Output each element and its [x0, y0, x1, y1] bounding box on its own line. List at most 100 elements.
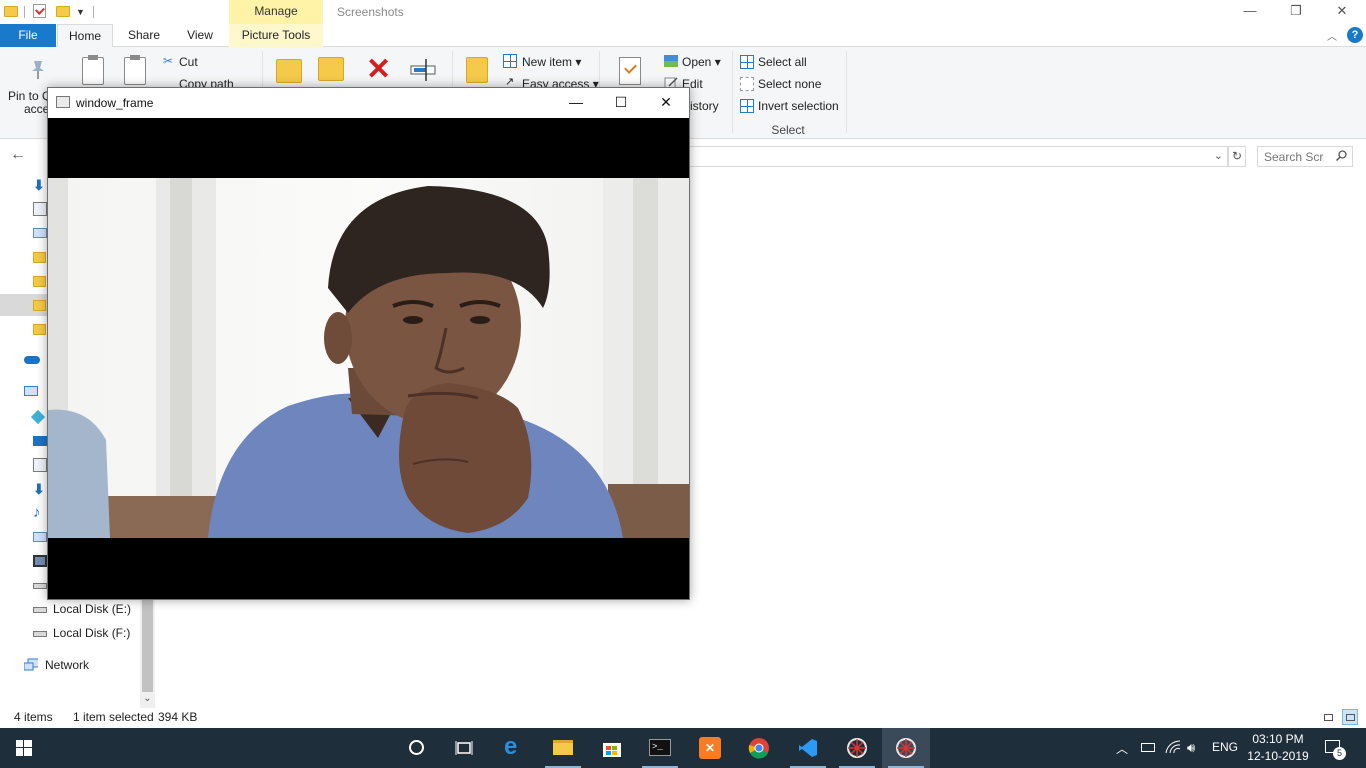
select-all-button[interactable]: Select all: [758, 55, 807, 69]
battery-icon[interactable]: [1141, 743, 1155, 752]
folder-icon: [33, 324, 46, 335]
properties-icon[interactable]: [33, 4, 46, 18]
customize-toolbar-icon[interactable]: ▼: [76, 6, 86, 18]
wifi-icon[interactable]: [1165, 740, 1181, 754]
nav-item-label: Local Disk (F:): [53, 626, 131, 640]
tab-picture-tools[interactable]: Picture Tools: [229, 24, 323, 47]
copy-icon[interactable]: [82, 55, 104, 85]
terminal-icon: >_: [649, 739, 671, 756]
cortana-button[interactable]: [392, 728, 440, 768]
ribbon-separator: [732, 51, 733, 133]
address-bar[interactable]: ⌄: [688, 146, 1228, 167]
separator: [93, 6, 94, 18]
show-hidden-icons[interactable]: ︿: [1116, 740, 1128, 757]
new-item-button[interactable]: New item ▾: [522, 55, 581, 69]
new-folder-icon[interactable]: [466, 57, 488, 83]
drive-icon: [33, 583, 47, 589]
nav-item-local-disk-f[interactable]: Local Disk (F:): [0, 622, 140, 644]
clock-date[interactable]: 12-10-2019: [1243, 749, 1313, 763]
ribbon-separator: [846, 51, 847, 133]
folder-icon: [33, 276, 46, 287]
history-button[interactable]: istory: [690, 99, 719, 113]
close-button[interactable]: ✕: [643, 88, 689, 118]
manage-tab[interactable]: Manage: [229, 0, 323, 24]
help-icon[interactable]: ?: [1347, 27, 1363, 43]
picture-icon: [33, 228, 47, 238]
network-icon: [24, 658, 38, 671]
cloud-icon: [24, 356, 40, 364]
taskbar-opencv-app[interactable]: [833, 728, 881, 768]
download-icon: ⬇: [33, 177, 45, 193]
pin-label-2[interactable]: acce: [24, 102, 49, 116]
close-button[interactable]: ✕: [1319, 0, 1365, 24]
download-icon: ⬇: [33, 481, 45, 497]
start-button[interactable]: [0, 728, 48, 768]
pin-icon[interactable]: [28, 59, 48, 81]
scrollbar-thumb[interactable]: [142, 592, 153, 692]
explorer-titlebar: ▼ Manage Screenshots — ❐ ✕: [0, 0, 1366, 24]
language-indicator[interactable]: ENG: [1212, 740, 1238, 754]
refresh-button[interactable]: ↻: [1228, 146, 1246, 167]
video-window-titlebar[interactable]: window_frame — ☐ ✕: [48, 88, 689, 118]
minimize-button[interactable]: —: [1227, 0, 1273, 24]
taskbar: e >_ ✕ ︿ 🔊︎ ENG 03:10 PM 12-10-2019 5: [0, 728, 1366, 768]
video-icon: [33, 555, 47, 567]
tab-view[interactable]: View: [175, 24, 225, 47]
picture-icon: [33, 532, 47, 542]
details-view-button[interactable]: [1320, 709, 1336, 725]
clock-time[interactable]: 03:10 PM: [1243, 732, 1313, 746]
properties-icon[interactable]: [619, 57, 641, 85]
select-none-button[interactable]: Select none: [758, 77, 821, 91]
invert-selection-icon: [740, 99, 754, 113]
video-window[interactable]: window_frame — ☐ ✕: [47, 87, 690, 600]
collapse-ribbon-icon[interactable]: ︿: [1327, 28, 1337, 43]
copy-to-icon[interactable]: [318, 57, 344, 81]
windows-logo-icon: [16, 740, 32, 756]
ribbon-tab-bar: File Home Share View Picture Tools ︿ ?: [0, 24, 1366, 48]
cut-button[interactable]: Cut: [179, 55, 198, 69]
rename-icon[interactable]: [410, 57, 438, 83]
volume-icon[interactable]: 🔊︎: [1187, 740, 1195, 756]
search-icon[interactable]: [1336, 150, 1347, 161]
maximize-button[interactable]: ☐: [598, 88, 644, 118]
taskbar-chrome[interactable]: [735, 728, 783, 768]
taskbar-store[interactable]: [588, 728, 636, 768]
move-to-icon[interactable]: [276, 59, 302, 83]
back-button[interactable]: ←: [10, 146, 28, 164]
tab-file[interactable]: File: [0, 24, 56, 47]
search-box[interactable]: [1257, 146, 1353, 167]
open-button[interactable]: Open ▾: [682, 55, 721, 69]
paste-icon[interactable]: [124, 55, 146, 85]
task-view-button[interactable]: [440, 728, 488, 768]
search-input[interactable]: [1264, 150, 1324, 164]
restore-button[interactable]: ❐: [1273, 0, 1319, 24]
cube-icon: [30, 409, 46, 425]
invert-selection-button[interactable]: Invert selection: [758, 99, 839, 113]
action-center-button[interactable]: 5: [1322, 738, 1346, 760]
taskbar-vscode[interactable]: [784, 728, 832, 768]
taskbar-opencv-app-active[interactable]: [882, 728, 930, 768]
chrome-icon: [748, 738, 769, 759]
open-icon: [664, 55, 678, 67]
taskbar-xampp[interactable]: ✕: [686, 728, 734, 768]
chevron-down-icon[interactable]: ⌄: [1214, 149, 1223, 162]
nav-item-local-disk-e[interactable]: Local Disk (E:): [0, 598, 140, 620]
taskbar-edge[interactable]: e: [490, 728, 538, 768]
taskbar-terminal[interactable]: >_: [636, 728, 684, 768]
tab-share[interactable]: Share: [118, 24, 170, 47]
delete-icon[interactable]: ✕: [366, 55, 391, 85]
minimize-button[interactable]: —: [553, 88, 599, 118]
nav-item-network[interactable]: Network: [0, 654, 140, 676]
pin-label[interactable]: Pin to Q: [8, 89, 51, 103]
document-icon: [33, 202, 47, 216]
document-icon: [33, 458, 47, 472]
scroll-down-arrow[interactable]: ⌄: [142, 694, 153, 704]
item-count: 4 items: [14, 710, 53, 724]
taskbar-file-explorer[interactable]: [539, 728, 587, 768]
tab-home[interactable]: Home: [57, 24, 113, 48]
app-window-icon: [56, 96, 70, 108]
cut-icon[interactable]: ✂: [163, 54, 173, 68]
large-icons-view-button[interactable]: [1342, 709, 1358, 725]
new-folder-icon[interactable]: [56, 6, 70, 17]
computer-icon: [24, 386, 38, 396]
